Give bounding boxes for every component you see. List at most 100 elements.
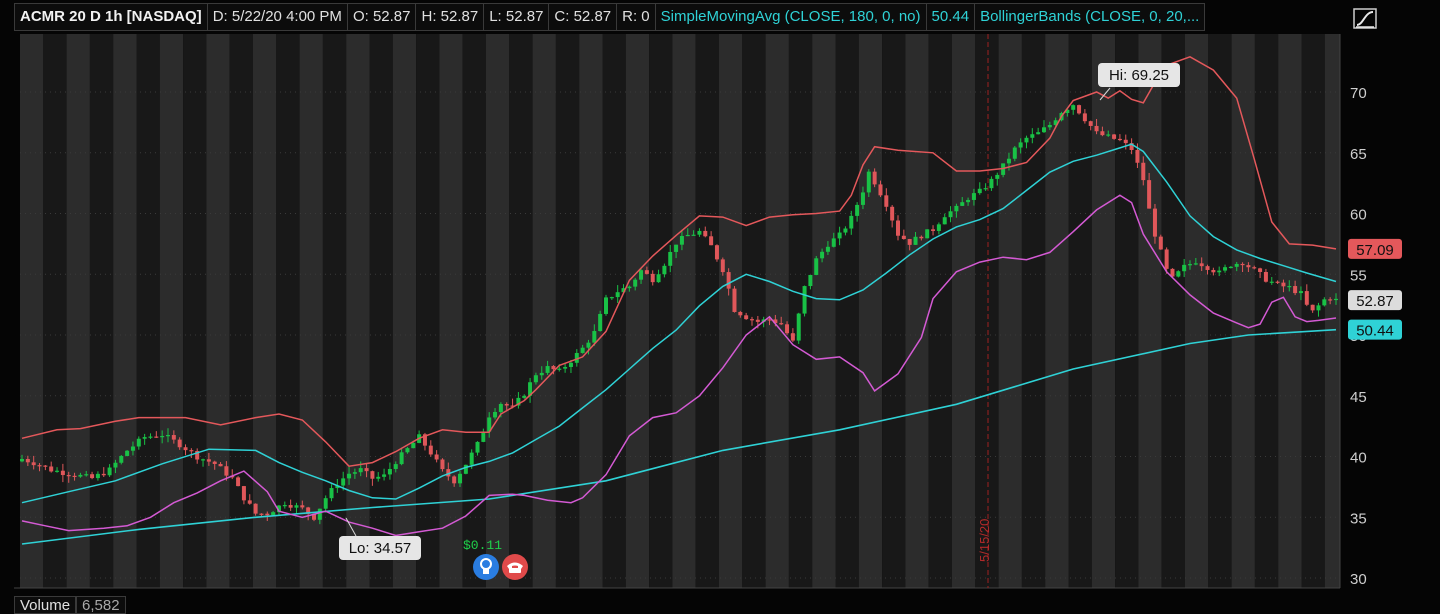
- candle-body: [592, 331, 597, 343]
- session-band-light: [952, 34, 976, 588]
- candle-body: [90, 474, 95, 479]
- candle-body: [1164, 249, 1169, 269]
- candle-body: [329, 488, 334, 499]
- session-band-dark: [555, 34, 580, 588]
- candle-body: [428, 445, 433, 455]
- volume-label[interactable]: Volume: [14, 596, 77, 614]
- candle-body: [148, 436, 153, 438]
- candle-body: [732, 288, 737, 312]
- session-band-dark: [43, 34, 67, 588]
- session-band-light: [625, 34, 650, 588]
- candle-body: [481, 431, 486, 442]
- candle-body: [586, 342, 591, 348]
- session-band-light: [1138, 34, 1162, 588]
- candle-body: [265, 513, 270, 516]
- candle-body: [434, 454, 439, 460]
- candle-body: [568, 362, 573, 367]
- y-tick-label: 30: [1350, 571, 1367, 588]
- candle-body: [206, 459, 211, 462]
- candle-body: [1082, 113, 1087, 122]
- candle: [1158, 234, 1163, 250]
- candle-body: [674, 244, 679, 252]
- low-annotation-label: Lo: 34.57: [349, 540, 412, 557]
- candle-body: [463, 464, 468, 474]
- session-band-dark: [183, 34, 207, 588]
- phone-icon[interactable]: [502, 554, 528, 580]
- candle-body: [352, 472, 357, 474]
- candle-body: [615, 292, 620, 298]
- candle-body: [691, 234, 696, 236]
- session-band-dark: [369, 34, 393, 588]
- session-band-dark: [695, 34, 719, 588]
- session-band-dark: [1161, 34, 1185, 588]
- candle: [236, 476, 241, 487]
- session-band-dark: [462, 34, 486, 588]
- session-band-light: [486, 34, 510, 588]
- high-annotation-label: Hi: 69.25: [1109, 67, 1169, 84]
- candle-body: [966, 199, 971, 203]
- candle-body: [1328, 299, 1333, 301]
- session-band-dark: [89, 34, 114, 588]
- candle-body: [785, 324, 790, 334]
- candle-body: [1088, 121, 1093, 126]
- candle-body: [855, 204, 860, 216]
- candle-body: [977, 188, 982, 194]
- price-chart[interactable]: 5/15/20 303540455055606570 57.0952.8750.…: [0, 0, 1440, 614]
- last-price-price-tag: 52.87: [1348, 290, 1402, 311]
- candle-body: [1152, 208, 1157, 237]
- session-band-dark: [1021, 34, 1046, 588]
- candle-body: [347, 473, 352, 479]
- lightbulb-icon[interactable]: [473, 554, 499, 580]
- candle: [814, 255, 819, 276]
- candle-body: [837, 232, 842, 239]
- candle-body: [545, 366, 550, 373]
- candle-body: [1158, 236, 1163, 250]
- session-band-light: [532, 34, 556, 588]
- candle-body: [522, 395, 527, 398]
- candle-body: [142, 437, 147, 439]
- candle-body: [25, 458, 30, 463]
- candle-body: [738, 311, 743, 316]
- session-band-dark: [649, 34, 673, 588]
- candle-body: [1176, 271, 1181, 277]
- candle-body: [1281, 282, 1286, 287]
- candle-body: [755, 319, 760, 322]
- candle-body: [247, 500, 252, 504]
- candle-body: [55, 470, 60, 472]
- candle-body: [878, 184, 883, 196]
- candle-body: [580, 347, 585, 353]
- candle-body: [533, 375, 538, 383]
- session-band-light: [719, 34, 743, 588]
- y-tick-label: 40: [1350, 450, 1367, 467]
- price-tags: 57.09 52.87 50.44: [1348, 238, 1402, 340]
- session-band-light: [812, 34, 836, 588]
- candle-body: [358, 468, 363, 473]
- candle-body: [598, 313, 603, 332]
- bb-upper-tag-label: 57.09: [1356, 242, 1394, 259]
- candle-body: [814, 258, 819, 275]
- candle-body: [60, 470, 65, 476]
- candle-body: [1117, 138, 1122, 141]
- session-band-light: [1091, 34, 1116, 588]
- candle-body: [942, 217, 947, 225]
- candle-body: [154, 436, 159, 438]
- session-band-light: [20, 34, 44, 588]
- session-band-dark: [136, 34, 160, 588]
- y-tick-label: 65: [1350, 146, 1367, 163]
- candle-body: [925, 229, 930, 239]
- candle-body: [452, 476, 457, 484]
- session-band-dark: [416, 34, 440, 588]
- candle-body: [84, 474, 89, 476]
- candle-body: [382, 474, 387, 477]
- candle-body: [1275, 281, 1280, 283]
- candle-body: [1018, 142, 1023, 148]
- candle-body: [1234, 263, 1239, 267]
- candle-body: [563, 366, 568, 369]
- candle-body: [750, 319, 754, 321]
- candle-body: [1071, 105, 1076, 110]
- candle-body: [989, 178, 994, 189]
- candle-body: [1205, 266, 1210, 270]
- session-band-light: [346, 34, 370, 588]
- sma-180-price-tag: 50.44: [1348, 319, 1402, 340]
- candle-body: [650, 273, 655, 283]
